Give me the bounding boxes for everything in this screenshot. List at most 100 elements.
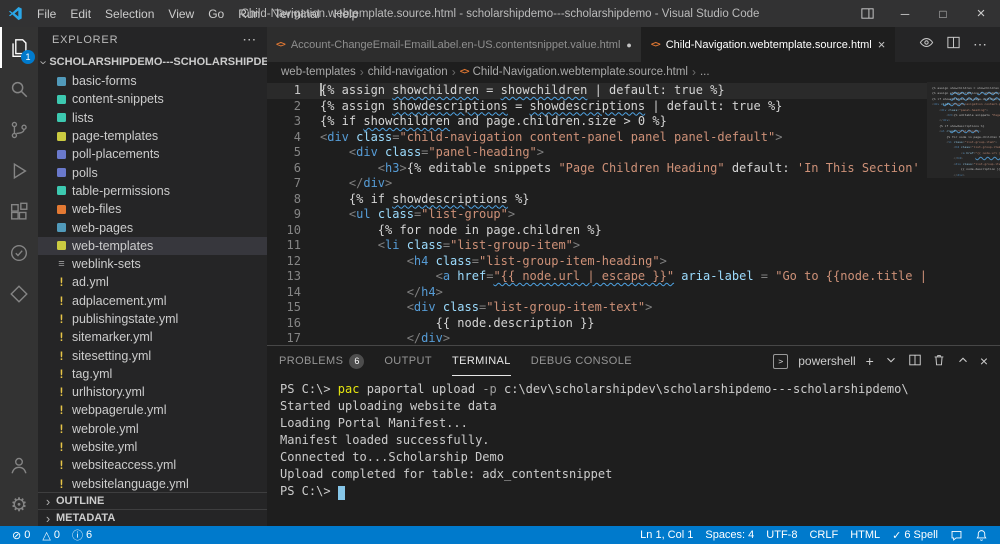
code-line[interactable]: 14</h4> [267,285,927,301]
extensions-icon[interactable] [0,191,38,232]
tree-item-webrole.yml[interactable]: !webrole.yml [38,420,267,438]
shell-dropdown-chevron-icon[interactable] [884,353,898,370]
code-line[interactable]: 16{{ node.description }} [267,316,927,332]
minimize-button[interactable]: ─ [886,0,924,27]
code-line[interactable]: 5<div class="panel-heading"> [267,145,927,161]
source-control-icon[interactable] [0,109,38,150]
maximize-button[interactable]: □ [924,0,962,27]
tree-item-page-templates[interactable]: page-templates [38,127,267,145]
tree-item-websiteaccess.yml[interactable]: !websiteaccess.yml [38,456,267,474]
code-line[interactable]: 8{% if showdescriptions %} [267,192,927,208]
tree-item-basic-forms[interactable]: basic-forms [38,72,267,90]
workspace-root-folder[interactable]: › SCHOLARSHIPDEMO---SCHOLARSHIPDEMO [38,52,267,72]
tree-item-webpagerule.yml[interactable]: !webpagerule.yml [38,401,267,419]
tree-item-tag.yml[interactable]: !tag.yml [38,365,267,383]
tree-item-publishingstate.yml[interactable]: !publishingstate.yml [38,310,267,328]
menu-file[interactable]: File [30,0,63,27]
split-editor-icon[interactable] [946,35,961,55]
new-terminal-icon[interactable]: + [866,354,874,368]
code-line[interactable]: 2{% assign showdescriptions = showdescri… [267,99,927,115]
menu-view[interactable]: View [161,0,201,27]
outline-section[interactable]: › OUTLINE [38,492,267,509]
code-editor[interactable]: 1{% assign showchildren = showchildren |… [267,82,927,345]
close-window-button[interactable]: × [962,0,1000,27]
code-line[interactable]: 7</div> [267,176,927,192]
language-mode[interactable]: HTML [844,526,886,544]
metadata-section[interactable]: › METADATA [38,509,267,526]
close-panel-icon[interactable]: × [980,354,988,368]
code-line[interactable]: 4<div class="child-navigation content-pa… [267,130,927,146]
code-line[interactable]: 10{% for node in page.children %} [267,223,927,239]
code-line[interactable]: 6<h3>{% editable snippets "Page Children… [267,161,927,177]
menu-go[interactable]: Go [201,0,231,27]
tab-child-navigation[interactable]: <> Child-Navigation.webtemplate.source.h… [642,27,895,62]
tree-item-sitemarker.yml[interactable]: !sitemarker.yml [38,328,267,346]
breadcrumb-item[interactable]: <>Child-Navigation.webtemplate.source.ht… [460,66,688,78]
tree-item-poll-placements[interactable]: poll-placements [38,145,267,163]
eol[interactable]: CRLF [803,526,844,544]
power-platform-icon[interactable] [0,273,38,314]
settings-gear-icon[interactable]: ⚙ [0,485,38,526]
tree-item-weblink-sets[interactable]: ≡weblink-sets [38,255,267,273]
menu-selection[interactable]: Selection [98,0,161,27]
code-line[interactable]: 15<div class="list-group-item-text"> [267,300,927,316]
menu-help[interactable]: Help [327,0,366,27]
breadcrumb-item[interactable]: ... [700,66,710,78]
kill-terminal-trash-icon[interactable] [932,353,946,370]
code-line[interactable]: 1{% assign showchildren = showchildren |… [267,83,927,99]
cursor-position[interactable]: Ln 1, Col 1 [634,526,699,544]
tree-item-websitelanguage.yml[interactable]: !websitelanguage.yml [38,475,267,492]
accounts-icon[interactable] [0,444,38,485]
testing-icon[interactable] [0,232,38,273]
maximize-panel-chevron-icon[interactable] [956,353,970,370]
panel-tab-output[interactable]: OUTPUT [384,346,432,376]
menu-terminal[interactable]: Terminal [267,0,326,27]
status-warnings[interactable]: △0 [36,526,66,544]
tree-item-sitesetting.yml[interactable]: !sitesetting.yml [38,346,267,364]
code-line[interactable]: 9<ul class="list-group"> [267,207,927,223]
minimap[interactable]: {% assign showchildren = showchildren | … [927,82,1000,345]
tree-item-web-pages[interactable]: web-pages [38,218,267,236]
tree-item-ad.yml[interactable]: !ad.yml [38,273,267,291]
feedback-icon[interactable] [944,526,969,544]
tree-item-adplacement.yml[interactable]: !adplacement.yml [38,292,267,310]
code-line[interactable]: 17</div> [267,331,927,345]
tree-item-table-permissions[interactable]: table-permissions [38,182,267,200]
tree-item-web-templates[interactable]: web-templates [38,237,267,255]
tree-item-website.yml[interactable]: !website.yml [38,438,267,456]
tree-item-web-files[interactable]: web-files [38,200,267,218]
panel-tab-terminal[interactable]: TERMINAL [452,346,511,376]
code-line[interactable]: 3{% if showchildren and page.children.si… [267,114,927,130]
panel-tab-debug-console[interactable]: DEBUG CONSOLE [531,346,632,376]
editor-more-actions-icon[interactable]: ⋯ [973,36,988,53]
layout-toggle-icon[interactable] [848,0,886,27]
tree-item-urlhistory.yml[interactable]: !urlhistory.yml [38,383,267,401]
close-tab-icon[interactable]: × [878,37,886,52]
indentation[interactable]: Spaces: 4 [699,526,760,544]
encoding[interactable]: UTF-8 [760,526,803,544]
terminal-output[interactable]: PS C:\> pac paportal upload -p c:\dev\sc… [267,376,1000,526]
panel-tab-problems[interactable]: PROBLEMS6 [279,346,364,376]
tree-item-polls[interactable]: polls [38,163,267,181]
spell-checker-status[interactable]: ✓ 6 Spell [886,526,944,544]
open-preview-icon[interactable] [919,35,934,55]
notifications-bell-icon[interactable] [969,526,994,544]
breadcrumb-item[interactable]: child-navigation [368,66,448,78]
terminal-shell-label[interactable]: powershell [798,354,855,368]
tree-item-content-snippets[interactable]: content-snippets [38,90,267,108]
run-and-debug-icon[interactable] [0,150,38,191]
status-errors[interactable]: ⊘0 [6,526,36,544]
tree-item-lists[interactable]: lists [38,109,267,127]
breadcrumb-item[interactable]: web-templates [281,66,356,78]
explorer-icon[interactable]: 1 [0,27,38,68]
explorer-more-actions-icon[interactable]: ⋯ [242,31,257,48]
tab-account-changeemail[interactable]: <> Account-ChangeEmail-EmailLabel.en-US.… [267,27,642,62]
code-line[interactable]: 13<a href="{{ node.url | escape }}" aria… [267,269,927,285]
split-terminal-icon[interactable] [908,353,922,370]
menu-run[interactable]: Run [231,0,267,27]
menu-edit[interactable]: Edit [63,0,98,27]
code-line[interactable]: 12<h4 class="list-group-item-heading"> [267,254,927,270]
status-infos[interactable]: ⓘ6 [66,526,98,544]
code-line[interactable]: 11<li class="list-group-item"> [267,238,927,254]
search-icon[interactable] [0,68,38,109]
